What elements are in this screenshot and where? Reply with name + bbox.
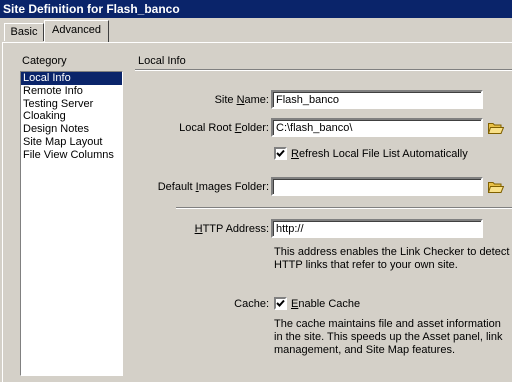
category-item-site-map-layout[interactable]: Site Map Layout (21, 136, 122, 149)
cache-description: The cache maintains file and asset infor… (274, 318, 503, 356)
enable-cache-label[interactable]: Enable Cache (291, 298, 360, 310)
category-item-local-info[interactable]: Local Info (21, 72, 122, 85)
category-list[interactable]: Local Info Remote Info Testing Server Cloak… (20, 71, 123, 376)
tab-advanced[interactable]: Advanced (44, 20, 109, 42)
section-title: Local Info (138, 55, 186, 67)
checkmark-icon (276, 149, 285, 157)
divider (176, 207, 512, 209)
http-address-input[interactable]: http:// (271, 219, 483, 238)
tab-basic[interactable]: Basic (4, 23, 44, 41)
http-address-label: HTTP Address: (194, 223, 269, 235)
category-item-remote-info[interactable]: Remote Info (21, 85, 122, 98)
folder-icon[interactable] (488, 121, 504, 134)
local-root-folder-input[interactable]: C:\flash_banco\ (271, 118, 483, 137)
category-label: Category (22, 55, 67, 67)
default-images-folder-input[interactable] (271, 177, 483, 196)
default-images-folder-label: Default Images Folder: (157, 181, 269, 193)
window-title: Site Definition for Flash_banco (0, 0, 512, 18)
category-item-testing-server[interactable]: Testing Server (21, 98, 122, 111)
section-divider (135, 69, 512, 71)
local-root-folder-label: Local Root Folder: (179, 122, 269, 134)
site-name-input[interactable]: Flash_banco (271, 90, 483, 109)
enable-cache-checkbox[interactable] (274, 297, 287, 310)
category-item-cloaking[interactable]: Cloaking (21, 110, 122, 123)
cache-label: Cache: (234, 298, 269, 310)
http-address-description: This address enables the Link Checker to… (274, 246, 510, 271)
category-item-file-view-columns[interactable]: File View Columns (21, 149, 122, 162)
checkmark-icon (276, 299, 285, 307)
tab-bar: Basic Advanced (0, 18, 512, 42)
folder-icon[interactable] (488, 180, 504, 193)
category-item-design-notes[interactable]: Design Notes (21, 123, 122, 136)
site-name-label: Site Name: (214, 94, 269, 106)
refresh-label[interactable]: Refresh Local File List Automatically (291, 148, 468, 160)
refresh-checkbox[interactable] (274, 147, 287, 160)
